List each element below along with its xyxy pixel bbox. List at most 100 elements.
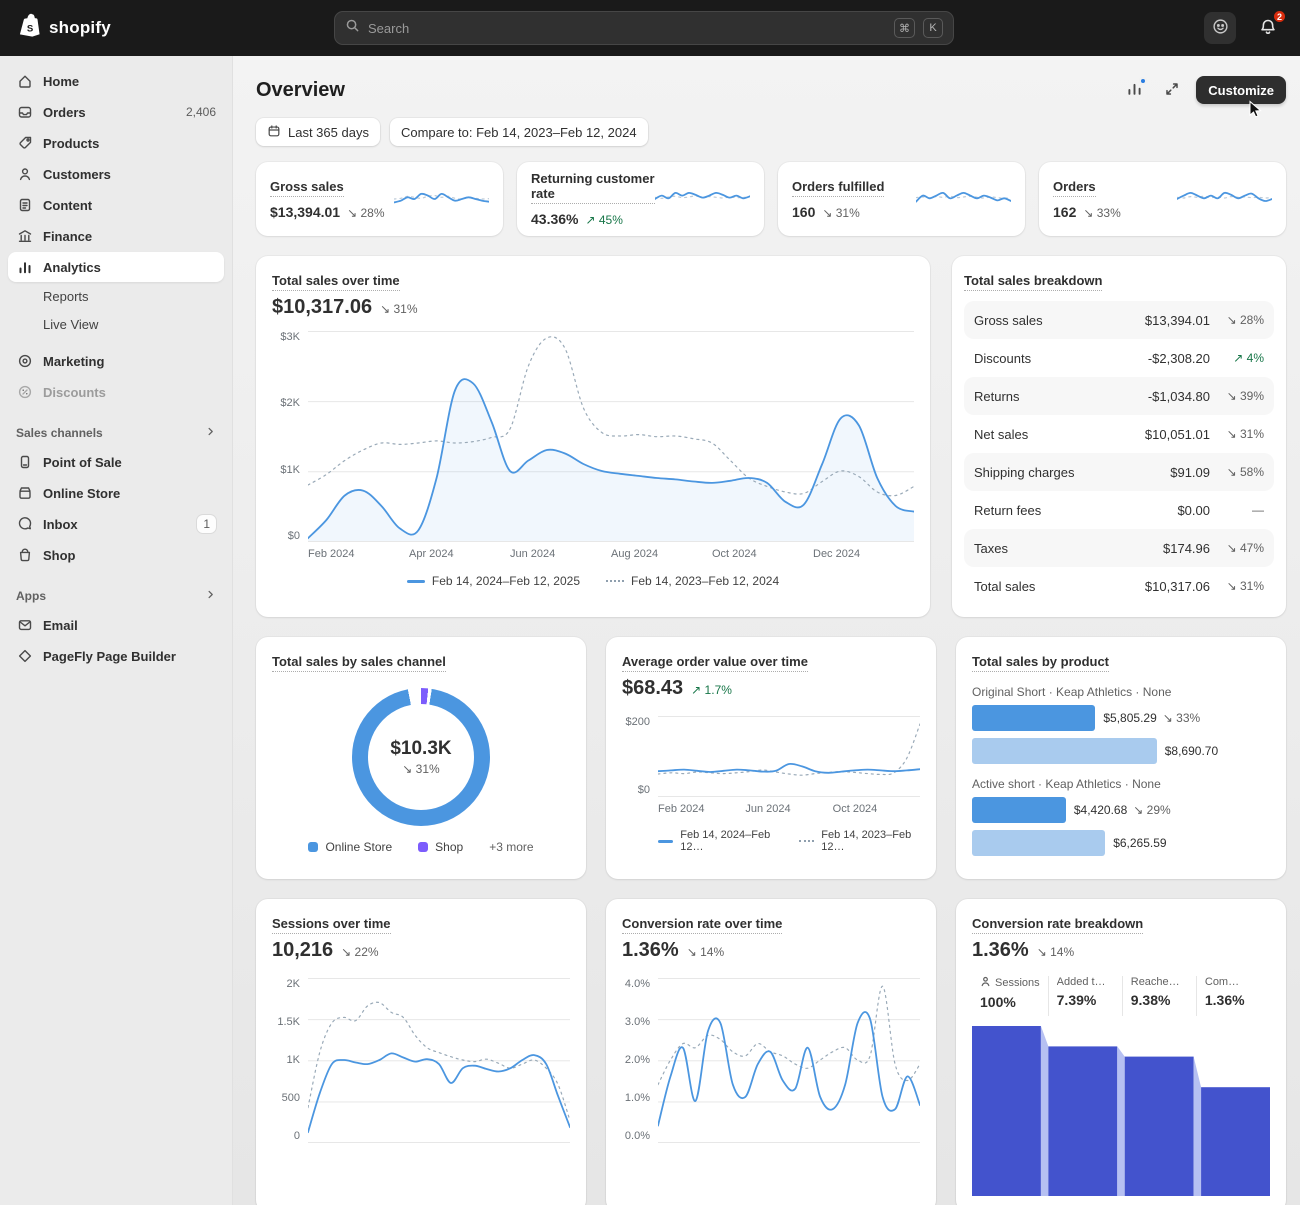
metric-title[interactable]: Orders	[1053, 179, 1096, 197]
donut-chart[interactable]: $10.3K ↘ 31%	[352, 688, 490, 826]
card-title[interactable]: Sessions over time	[272, 916, 391, 934]
topbar: S shopify ⌘ K 2	[0, 0, 1300, 56]
sidebar-item-customers[interactable]: Customers	[8, 159, 224, 189]
total-sales-value: $10,317.06	[272, 296, 372, 319]
search-input[interactable]	[368, 21, 886, 36]
assistant-button[interactable]	[1204, 12, 1236, 44]
date-range-label: Last 365 days	[288, 125, 369, 140]
sidebar-item-products[interactable]: Products	[8, 128, 224, 158]
metric-card-orders[interactable]: Orders 162 ↘ 33%	[1039, 162, 1286, 236]
home-icon	[16, 73, 34, 89]
sidebar-item-pagefly[interactable]: PageFly Page Builder	[8, 641, 224, 671]
sales-by-channel-card: Total sales by sales channel $10.3K ↘ 31…	[256, 637, 586, 879]
current-period-bar[interactable]	[972, 705, 1095, 731]
breakdown-row[interactable]: Returns-$1,034.80↘ 39%	[964, 377, 1274, 415]
metric-title[interactable]: Orders fulfilled	[792, 179, 884, 197]
compare-pill[interactable]: Compare to: Feb 14, 2023–Feb 12, 2024	[390, 118, 648, 146]
sidebar-item-inbox[interactable]: Inbox 1	[8, 509, 224, 539]
sidebar-section-apps[interactable]: Apps	[8, 582, 224, 610]
sidebar-item-label: Point of Sale	[43, 455, 122, 470]
metric-card-gross-sales[interactable]: Gross sales $13,394.01 ↘ 28%	[256, 162, 503, 236]
metric-card-returning-customer-rate[interactable]: Returning customer rate 43.36% ↗ 45%	[517, 162, 764, 236]
funnel-step[interactable]: Added t… 7.39%	[1048, 976, 1122, 1016]
sidebar-item-analytics[interactable]: Analytics	[8, 252, 224, 282]
brand-area[interactable]: S shopify	[16, 12, 316, 44]
chart-legend: Feb 14, 2024–Feb 12, 2025 Feb 14, 2023–F…	[272, 574, 914, 588]
shopify-logo-icon: S	[16, 12, 41, 44]
customize-button[interactable]: Customize	[1196, 76, 1286, 104]
breakdown-row[interactable]: Net sales$10,051.01↘ 31%	[964, 415, 1274, 453]
sidebar-item-point-of-sale[interactable]: Point of Sale	[8, 447, 224, 477]
card-title[interactable]: Conversion rate over time	[622, 916, 782, 934]
sidebar-item-label: Home	[43, 74, 79, 89]
x-axis: Feb 2024Apr 2024Jun 2024Aug 2024Oct 2024…	[308, 548, 914, 560]
total-sales-change: ↘ 31%	[380, 302, 417, 316]
conversion-rate-card: Conversion rate over time 1.36% ↘ 14% 4.…	[606, 899, 936, 1205]
funnel-step[interactable]: Sessions 100%	[972, 976, 1048, 1016]
card-title[interactable]: Total sales by product	[972, 654, 1109, 672]
svg-text:S: S	[27, 23, 33, 34]
metric-title[interactable]: Gross sales	[270, 179, 344, 197]
total-sales-line-chart[interactable]	[308, 331, 914, 541]
breakdown-row[interactable]: Return fees$0.00—	[964, 491, 1274, 529]
previous-period-bar[interactable]	[972, 738, 1157, 764]
conversion-change: ↘ 14%	[687, 945, 724, 959]
aov-line-chart[interactable]	[658, 716, 920, 796]
person-icon	[980, 976, 991, 990]
k-key: K	[923, 18, 943, 38]
funnel-chart[interactable]	[972, 1026, 1270, 1196]
sparkline-chart	[394, 182, 489, 216]
page-title: Overview	[256, 79, 345, 102]
breakdown-row[interactable]: Shipping charges$91.09↘ 58%	[964, 453, 1274, 491]
sidebar-item-reports[interactable]: Reports	[8, 283, 224, 310]
card-title[interactable]: Conversion rate breakdown	[972, 916, 1143, 934]
insights-button[interactable]	[1120, 76, 1148, 104]
card-title[interactable]: Total sales breakdown	[964, 273, 1102, 291]
sidebar-item-shop[interactable]: Shop	[8, 540, 224, 570]
fullscreen-button[interactable]	[1158, 76, 1186, 104]
metric-card-orders-fulfilled[interactable]: Orders fulfilled 160 ↘ 31%	[778, 162, 1025, 236]
current-period-swatch	[658, 840, 673, 843]
sidebar-item-online-store[interactable]: Online Store	[8, 478, 224, 508]
sidebar-item-label: Products	[43, 136, 99, 151]
y-axis: 4.0%3.0%2.0%1.0%0.0%	[622, 978, 658, 1142]
metric-change: ↘ 28%	[347, 206, 384, 220]
person-icon	[16, 166, 34, 182]
breakdown-row[interactable]: Total sales$10,317.06↘ 31%	[964, 567, 1274, 605]
notifications-button[interactable]: 2	[1252, 12, 1284, 44]
card-title[interactable]: Total sales by sales channel	[272, 654, 446, 672]
sidebar-item-content[interactable]: Content	[8, 190, 224, 220]
conversion-line-chart[interactable]	[658, 978, 920, 1142]
file-icon	[16, 197, 34, 213]
breakdown-row[interactable]: Taxes$174.96↘ 47%	[964, 529, 1274, 567]
sidebar-item-email[interactable]: Email	[8, 610, 224, 640]
bar-chart-icon	[16, 259, 34, 275]
sidebar-item-live-view[interactable]: Live View	[8, 311, 224, 338]
date-range-pill[interactable]: Last 365 days	[256, 118, 380, 146]
sidebar-item-finance[interactable]: Finance	[8, 221, 224, 251]
sessions-line-chart[interactable]	[308, 978, 570, 1142]
breakdown-row[interactable]: Discounts-$2,308.20↗ 4%	[964, 339, 1274, 377]
current-period-bar[interactable]	[972, 797, 1066, 823]
calendar-icon	[267, 124, 281, 141]
card-title[interactable]: Average order value over time	[622, 654, 808, 672]
previous-period-bar[interactable]	[972, 830, 1105, 856]
card-title[interactable]: Total sales over time	[272, 273, 400, 291]
assistant-icon	[1212, 18, 1229, 38]
sidebar-item-marketing[interactable]: Marketing	[8, 346, 224, 376]
previous-period-swatch	[606, 580, 624, 582]
sidebar-item-orders[interactable]: Orders 2,406	[8, 97, 224, 127]
sales-by-product-card: Total sales by product Original Short · …	[956, 637, 1286, 879]
funnel-step[interactable]: Com… 1.36%	[1196, 976, 1270, 1016]
global-search[interactable]: ⌘ K	[334, 11, 954, 45]
sidebar-item-discounts[interactable]: Discounts	[8, 377, 224, 407]
sidebar-item-label: Marketing	[43, 354, 104, 369]
main-content: Overview Customize Last 365 days Compare…	[232, 56, 1300, 1205]
breakdown-row[interactable]: Gross sales$13,394.01↘ 28%	[964, 301, 1274, 339]
y-axis: $3K$2K$1K$0	[272, 331, 308, 542]
metric-value: $13,394.01	[270, 204, 340, 220]
funnel-step[interactable]: Reache… 9.38%	[1122, 976, 1196, 1016]
sidebar-item-home[interactable]: Home	[8, 66, 224, 96]
sidebar-section-sales-channels[interactable]: Sales channels	[8, 419, 224, 447]
metric-title[interactable]: Returning customer rate	[531, 171, 655, 204]
